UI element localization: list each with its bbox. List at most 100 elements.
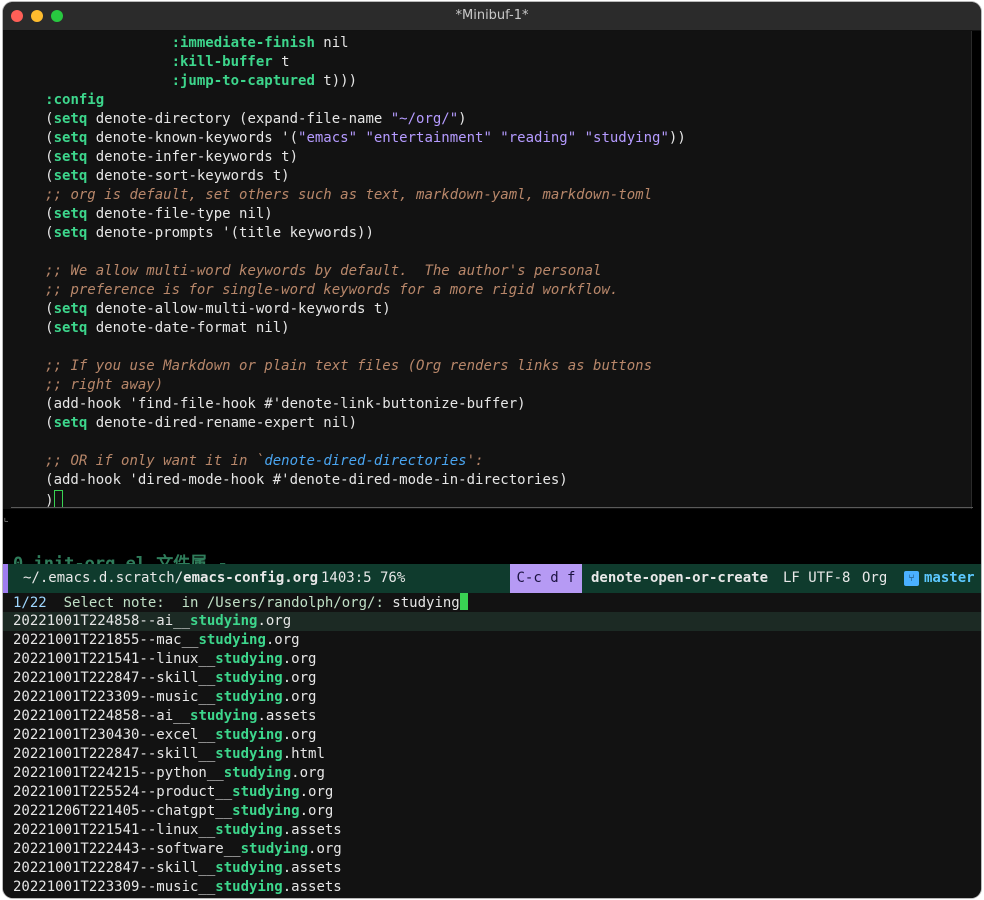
minibuffer-prompt[interactable]: 1/22 Select note: in /Users/randolph/org… [13, 593, 468, 612]
candidate-match: studying [240, 841, 309, 857]
code-token: "emacs" "entertainment" "reading" "study… [298, 130, 669, 146]
code-token: setq [53, 301, 88, 317]
candidate-match: studying [190, 613, 258, 629]
code-token: setq [53, 225, 88, 241]
candidate-text: 20221001T222847--skill__studying.html [13, 745, 325, 764]
candidate-prefix: 20221001T221541--linux__ [13, 651, 216, 667]
obscured-buffer-line: 0 init-org.el 文件属 - [13, 554, 228, 564]
code-token: setq [53, 130, 88, 146]
code-token: ( [3, 111, 54, 127]
code-token: :config [45, 92, 105, 108]
code-token: ( [3, 149, 54, 165]
code-token: nil [314, 35, 349, 51]
candidate-item[interactable]: 20221206T221405--chatgpt__studying.org [3, 802, 981, 821]
candidate-item[interactable]: 20221001T222847--skill__studying.html [3, 745, 981, 764]
candidate-text: 20221001T222847--skill__studying.assets [13, 859, 342, 878]
candidate-item[interactable]: 20221001T222847--skill__studying.assets [3, 859, 981, 878]
prompt-label: Select note: in /Users/randolph/org/: [46, 595, 393, 611]
candidate-match: studying [223, 765, 292, 781]
candidate-suffix: .org [282, 689, 317, 705]
candidate-match: studying [215, 746, 283, 762]
candidate-prefix: 20221001T225524--product__ [13, 784, 233, 800]
code-token: setq [53, 320, 88, 336]
mode-line-position: 1403:5 76% [321, 570, 406, 586]
point-cursor [53, 490, 63, 508]
code-token: ( [3, 168, 54, 184]
code-token: ( [3, 206, 54, 222]
code-token: setq [53, 111, 88, 127]
candidate-item[interactable]: 20221001T224858--ai__studying.assets [3, 707, 981, 726]
candidate-prefix: 20221001T223309--music__ [13, 689, 216, 705]
candidate-prefix: 20221001T222847--skill__ [13, 746, 216, 762]
candidate-match: studying [232, 803, 300, 819]
mode-line-branch[interactable]: master [924, 564, 975, 593]
editor-buffer[interactable]: :immediate-finish nil :kill-buffer t :ju… [3, 31, 972, 509]
candidate-item[interactable]: 20221001T225524--product__studying.org [3, 783, 981, 802]
candidate-match: studying [198, 632, 266, 648]
minibuffer: 1/22 Select note: in /Users/randolph/org… [3, 593, 981, 898]
mode-line-buffer-name[interactable]: ~/.emacs.d.scratch/emacs-config.org [23, 564, 318, 593]
code-token: ': [466, 453, 484, 469]
candidate-match: studying [215, 860, 283, 876]
candidate-item[interactable]: 20221001T224215--python__studying.org [3, 764, 981, 783]
mode-line-encoding[interactable]: LF UTF-8 [783, 564, 850, 593]
code-token: :jump-to-captured [171, 73, 315, 89]
buffer-path: ~/.emacs.d.scratch/ [23, 570, 184, 586]
code-token: (add-hook 'find-file-hook #'denote-link-… [3, 396, 526, 412]
candidate-match: studying [215, 727, 283, 743]
code-token: ;; org is default, set others such as te… [45, 187, 653, 203]
code-token: denote-file-type nil) [87, 206, 273, 222]
candidate-item[interactable]: 20221001T221855--mac__studying.org [3, 631, 981, 650]
candidate-prefix: 20221001T221855--mac__ [13, 632, 199, 648]
code-token: denote-dired-rename-expert nil) [87, 415, 358, 431]
code-line: (setq denote-date-format nil) [3, 319, 290, 338]
code-token: ( [3, 320, 54, 336]
code-token: denote-prompts '(title keywords)) [87, 225, 374, 241]
code-line: :kill-buffer t [3, 53, 290, 72]
candidate-suffix: .org [282, 727, 317, 743]
candidate-item[interactable]: 20221001T223309--music__studying.org [3, 688, 981, 707]
mode-line-indicator [3, 564, 8, 593]
candidate-text: 20221001T224215--python__studying.org [13, 764, 325, 783]
code-line: (setq denote-allow-multi-word-keywords t… [3, 300, 391, 319]
candidate-item[interactable]: 20221001T221541--linux__studying.org [3, 650, 981, 669]
candidate-text: 20221001T223309--music__studying.assets [13, 878, 342, 897]
code-line: ;; org is default, set others such as te… [3, 186, 652, 205]
candidate-text: 20221206T221405--chatgpt__studying.org [13, 802, 333, 821]
candidate-item[interactable]: 20221001T230430--excel__studying.org [3, 726, 981, 745]
candidate-prefix: 20221001T224858--ai__ [13, 613, 191, 629]
candidate-item[interactable]: 20221001T221541--linux__studying.assets [3, 821, 981, 840]
candidate-text: 20221001T230430--excel__studying.org [13, 726, 316, 745]
code-token: denote-date-format nil) [87, 320, 290, 336]
code-token: t))) [314, 73, 358, 89]
candidate-suffix: .org [282, 651, 317, 667]
mode-line-major-mode[interactable]: Org [862, 564, 887, 593]
code-token: setq [53, 415, 88, 431]
candidate-item[interactable]: 20221001T223309--music__studying.assets [3, 878, 981, 897]
candidate-item[interactable]: 20221001T224858--ai__studying.org [3, 612, 981, 631]
code-token: ( [3, 130, 54, 146]
minibuffer-input[interactable]: studying [392, 595, 459, 611]
candidate-suffix: .org [299, 803, 334, 819]
code-line: (setq denote-known-keywords '("emacs" "e… [3, 129, 686, 148]
candidate-prefix: 20221001T230430--excel__ [13, 727, 216, 743]
candidate-suffix: .org [308, 841, 342, 857]
code-token: ( [3, 301, 54, 317]
candidate-item[interactable]: 20221001T222847--skill__studying.org [3, 669, 981, 688]
candidate-suffix: .assets [282, 860, 342, 876]
code-token: denote-infer-keywords t) [87, 149, 299, 165]
code-token: denote-allow-multi-word-keywords t) [87, 301, 391, 317]
candidate-suffix: .org [257, 613, 292, 629]
code-token: denote-directory (expand-file-name [87, 111, 391, 127]
emacs-window: *Minibuf-1* :immediate-finish nil :kill-… [3, 2, 981, 898]
code-token: )) [668, 130, 686, 146]
code-token: setq [53, 149, 88, 165]
candidate-item[interactable]: 20221001T222443--software__studying.org [3, 840, 981, 859]
